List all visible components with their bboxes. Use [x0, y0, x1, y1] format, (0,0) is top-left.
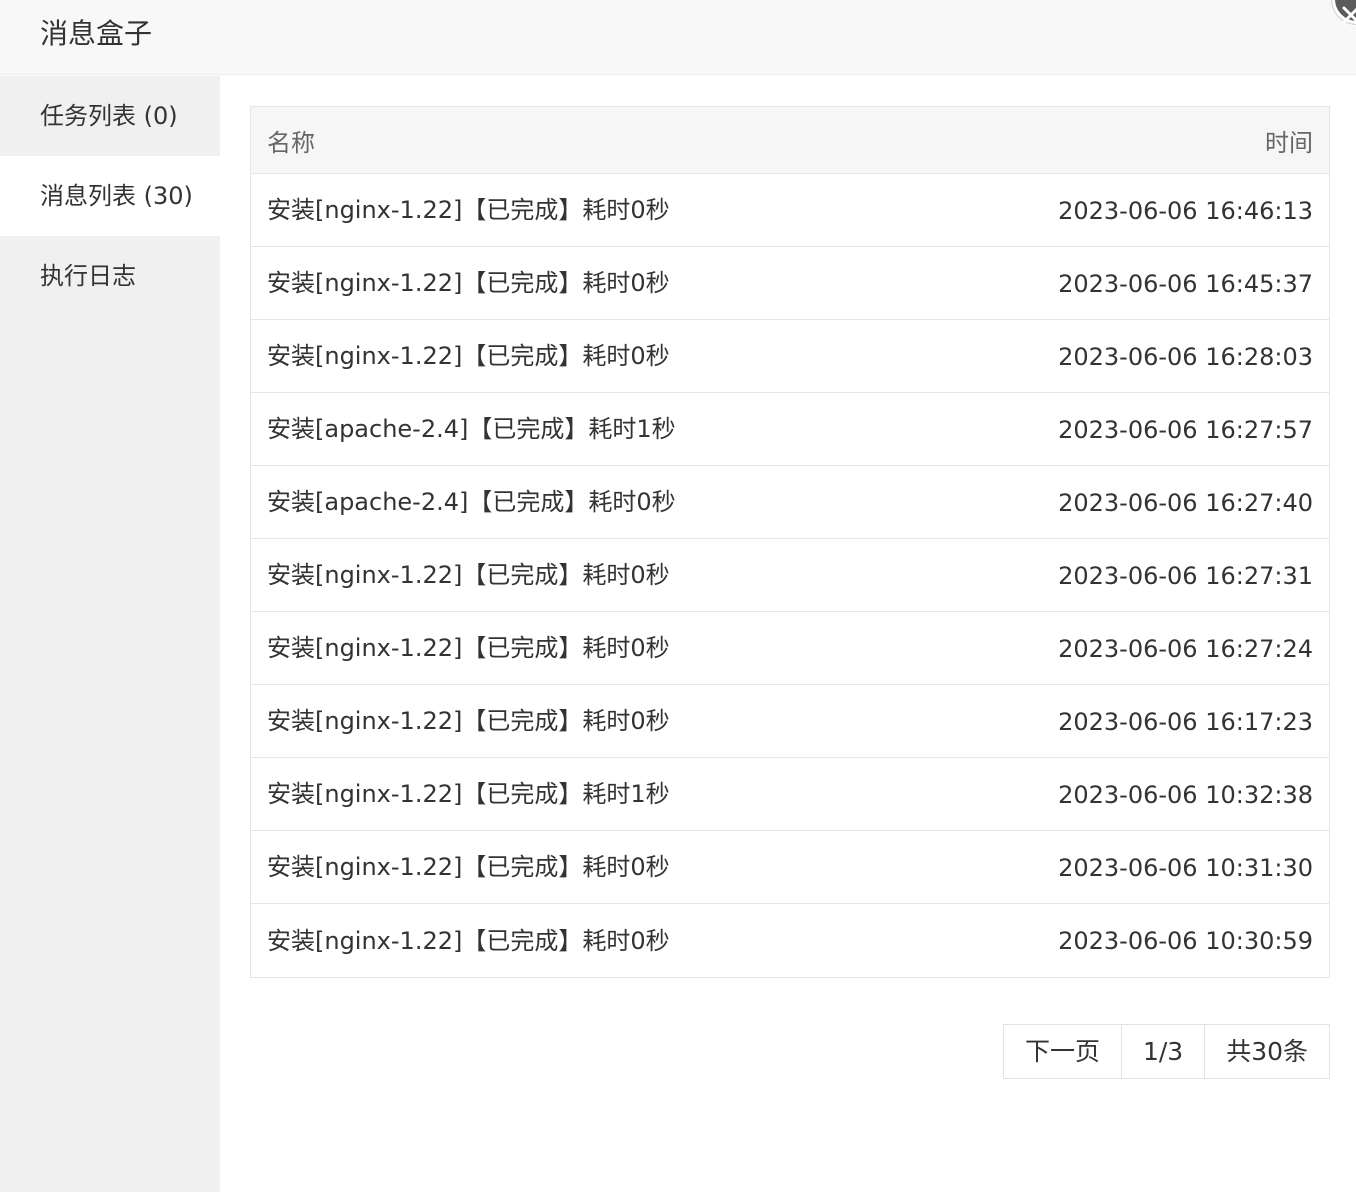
window-title: 消息盒子 [40, 17, 153, 50]
column-header-time: 时间 [1265, 128, 1313, 157]
row-name: 安装[apache-2.4]【已完成】耗时0秒 [267, 488, 676, 516]
row-name: 安装[nginx-1.22]【已完成】耗时0秒 [267, 196, 670, 224]
row-time: 2023-06-06 16:46:13 [1058, 196, 1313, 225]
row-time: 2023-06-06 10:30:59 [1058, 927, 1313, 955]
sidebar-item-message-list[interactable]: 消息列表 (30) [0, 156, 220, 236]
row-name: 安装[nginx-1.22]【已完成】耗时1秒 [267, 780, 670, 808]
row-time: 2023-06-06 16:27:31 [1058, 561, 1313, 590]
table-body: 安装[nginx-1.22]【已完成】耗时0秒 2023-06-06 16:46:… [251, 174, 1329, 977]
table-row[interactable]: 安装[nginx-1.22]【已完成】耗时0秒 2023-06-06 16:46:… [251, 174, 1329, 247]
row-time: 2023-06-06 10:32:38 [1058, 780, 1313, 809]
row-name: 安装[nginx-1.22]【已完成】耗时0秒 [267, 634, 670, 662]
sidebar-item-task-list[interactable]: 任务列表 (0) [0, 76, 220, 156]
row-name: 安装[apache-2.4]【已完成】耗时1秒 [267, 415, 676, 443]
table-row[interactable]: 安装[nginx-1.22]【已完成】耗时0秒 2023-06-06 10:30:… [251, 904, 1329, 977]
row-time: 2023-06-06 16:27:57 [1058, 415, 1313, 444]
total-count: 共30条 [1204, 1025, 1329, 1078]
table-row[interactable]: 安装[nginx-1.22]【已完成】耗时0秒 2023-06-06 16:45:… [251, 247, 1329, 320]
table-row[interactable]: 安装[nginx-1.22]【已完成】耗时0秒 2023-06-06 16:27:… [251, 539, 1329, 612]
row-name: 安装[nginx-1.22]【已完成】耗时0秒 [267, 269, 670, 297]
row-time: 2023-06-06 16:27:24 [1058, 634, 1313, 663]
row-time: 2023-06-06 16:28:03 [1058, 342, 1313, 371]
row-name: 安装[nginx-1.22]【已完成】耗时0秒 [267, 561, 670, 589]
table-row[interactable]: 安装[nginx-1.22]【已完成】耗时0秒 2023-06-06 16:27:… [251, 612, 1329, 685]
message-table: 名称 时间 安装[nginx-1.22]【已完成】耗时0秒 2023-06-06 … [250, 106, 1330, 978]
next-page-button[interactable]: 下一页 [1004, 1025, 1121, 1078]
page-indicator: 1/3 [1120, 1025, 1204, 1078]
row-time: 2023-06-06 10:31:30 [1058, 853, 1313, 882]
column-header-name: 名称 [267, 128, 315, 157]
table-row[interactable]: 安装[nginx-1.22]【已完成】耗时0秒 2023-06-06 16:28:… [251, 320, 1329, 393]
row-time: 2023-06-06 16:45:37 [1058, 269, 1313, 298]
title-bar: 消息盒子 [0, 0, 1356, 75]
table-row[interactable]: 安装[nginx-1.22]【已完成】耗时0秒 2023-06-06 16:17:… [251, 685, 1329, 758]
row-name: 安装[nginx-1.22]【已完成】耗时0秒 [267, 342, 670, 370]
main-content: 名称 时间 安装[nginx-1.22]【已完成】耗时0秒 2023-06-06 … [220, 76, 1356, 1192]
table-header: 名称 时间 [251, 107, 1329, 174]
sidebar: 任务列表 (0) 消息列表 (30) 执行日志 [0, 76, 220, 1192]
table-row[interactable]: 安装[nginx-1.22]【已完成】耗时0秒 2023-06-06 10:31:… [251, 831, 1329, 904]
close-icon [1342, 6, 1356, 24]
row-time: 2023-06-06 16:27:40 [1058, 488, 1313, 517]
table-row[interactable]: 安装[apache-2.4]【已完成】耗时0秒 2023-06-06 16:27:… [251, 466, 1329, 539]
row-time: 2023-06-06 16:17:23 [1058, 707, 1313, 736]
table-row[interactable]: 安装[nginx-1.22]【已完成】耗时1秒 2023-06-06 10:32:… [251, 758, 1329, 831]
row-name: 安装[nginx-1.22]【已完成】耗时0秒 [267, 707, 670, 735]
sidebar-item-execution-log[interactable]: 执行日志 [0, 236, 220, 316]
table-row[interactable]: 安装[apache-2.4]【已完成】耗时1秒 2023-06-06 16:27:… [251, 393, 1329, 466]
row-name: 安装[nginx-1.22]【已完成】耗时0秒 [267, 926, 670, 955]
row-name: 安装[nginx-1.22]【已完成】耗时0秒 [267, 853, 670, 881]
pagination: 下一页 1/3 共30条 [1002, 1024, 1330, 1079]
message-box-window: 消息盒子 任务列表 (0) 消息列表 (30) 执行日志 名称 时间 安装[ng… [0, 0, 1356, 1192]
